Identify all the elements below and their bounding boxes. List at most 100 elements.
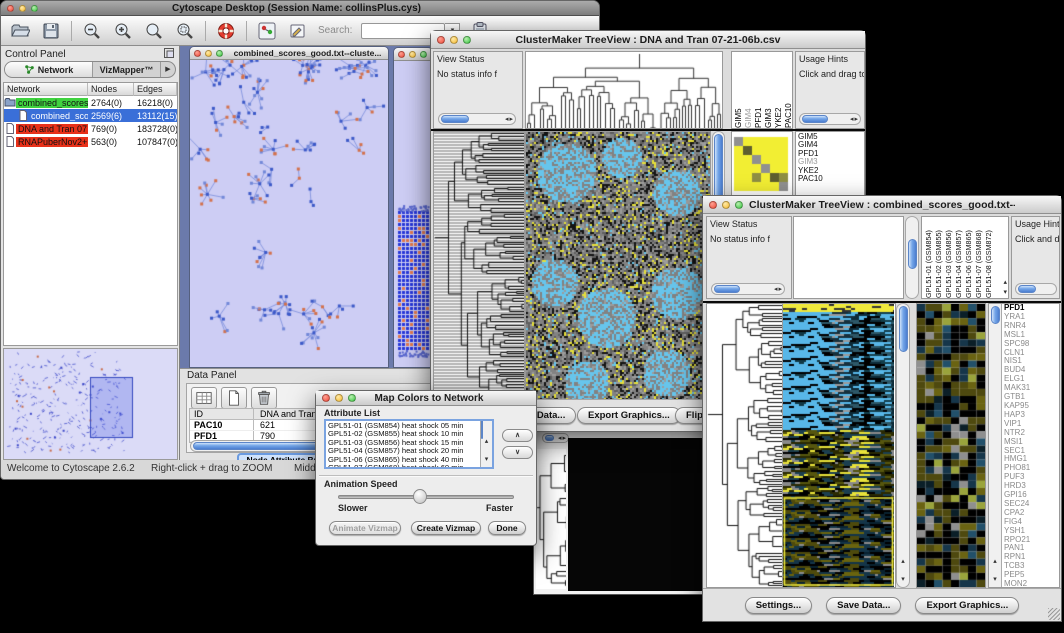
- speed-slider-thumb[interactable]: [413, 489, 427, 504]
- column-area-vscrollbar[interactable]: [905, 216, 919, 299]
- dialog-title-bar[interactable]: Map Colors to Network: [316, 391, 536, 406]
- col-nodes[interactable]: Nodes: [88, 83, 134, 96]
- column-label[interactable]: GIM4: [744, 56, 754, 128]
- birdseye-view[interactable]: [3, 348, 178, 460]
- column-label[interactable]: GPL51-02 (GSM855): [934, 220, 944, 298]
- view-status-text: No status info f: [434, 67, 522, 82]
- move-down-button[interactable]: ∨: [502, 446, 533, 459]
- network-tree-table: Network Nodes Edges combined_scores 2764…: [3, 82, 178, 346]
- minimize-button[interactable]: [335, 394, 343, 402]
- column-label[interactable]: PFD1: [754, 56, 764, 128]
- close-button[interactable]: [398, 51, 405, 58]
- heatmap-dark[interactable]: [568, 438, 710, 591]
- gene-label[interactable]: PAC10: [798, 175, 864, 183]
- tab-network[interactable]: Network: [5, 62, 93, 77]
- create-vizmap-button[interactable]: Create Vizmap: [411, 521, 481, 535]
- zoom-button[interactable]: [420, 51, 427, 58]
- zoom-button[interactable]: [31, 5, 38, 12]
- column-label[interactable]: GIM5: [734, 56, 744, 128]
- treeview1-title-bar[interactable]: ClusterMaker TreeView : DNA and Tran 07-…: [431, 31, 865, 49]
- global-heatmap-canvas[interactable]: [526, 132, 710, 400]
- animate-vizmap-button[interactable]: Animate Vizmap: [329, 521, 401, 535]
- attribute-item[interactable]: GPL51-07 (GSM868) heat shock 60 min: [328, 464, 480, 467]
- row-dendrogram-canvas[interactable]: [707, 304, 782, 587]
- network-table-row[interactable]: RNAPuberNov2+I 563(0) 107847(0): [4, 135, 177, 148]
- gene-labels-vscrollbar[interactable]: ▴▾: [989, 304, 1002, 587]
- heatmap-vscrollbar[interactable]: ▴▾: [896, 303, 910, 588]
- mini-hscrollbar[interactable]: ◂▸: [542, 433, 569, 443]
- usage-hints-hscrollbar[interactable]: [1015, 283, 1057, 295]
- network-window-title-bar[interactable]: combined_scores_good.txt--cluste...: [190, 47, 388, 60]
- help-button[interactable]: [215, 20, 237, 42]
- dendrogram-canvas[interactable]: [536, 449, 566, 589]
- network-window2-title-bar[interactable]: [394, 48, 432, 61]
- minimize-button[interactable]: [205, 50, 212, 57]
- zoom-button[interactable]: [348, 394, 356, 402]
- blank-document-icon: [225, 389, 243, 407]
- zoom-button[interactable]: [735, 201, 743, 209]
- row-dendrogram-canvas[interactable]: [434, 132, 524, 400]
- network-table-row[interactable]: combined_sco 2569(6) 13112(15): [4, 109, 177, 122]
- close-button[interactable]: [437, 36, 445, 44]
- listbox-vscrollbar[interactable]: ▴▾: [480, 421, 492, 467]
- zoom-selected-button[interactable]: [174, 20, 196, 42]
- network-table-row[interactable]: DNA and Tran 07 769(0) 183728(0): [4, 122, 177, 135]
- select-attributes-button[interactable]: [191, 387, 217, 409]
- column-label[interactable]: GPL51-06 (GSM865): [964, 220, 974, 298]
- col-edges[interactable]: Edges: [134, 83, 177, 96]
- col-network[interactable]: Network: [4, 83, 88, 96]
- col-id[interactable]: ID: [190, 409, 254, 419]
- export-graphics-button[interactable]: Export Graphics...: [577, 407, 681, 424]
- done-button[interactable]: Done: [488, 521, 526, 535]
- network-canvas[interactable]: [190, 60, 388, 368]
- gene-label[interactable]: MON2: [1004, 580, 1059, 587]
- save-session-button[interactable]: [40, 20, 62, 42]
- zoom-fit-button[interactable]: [143, 20, 165, 42]
- close-button[interactable]: [709, 201, 717, 209]
- annotation-tool-button[interactable]: [287, 20, 309, 42]
- column-label[interactable]: GPL51-07 (GSM868): [974, 220, 984, 298]
- zoom-in-button[interactable]: [112, 20, 134, 42]
- minimize-button[interactable]: [450, 36, 458, 44]
- global-heatmap-canvas[interactable]: [783, 304, 894, 587]
- network-table-row[interactable]: combined_scores 2764(0) 16218(0): [4, 96, 177, 109]
- usage-hints-hscrollbar[interactable]: ◂▸: [799, 113, 861, 125]
- close-button[interactable]: [322, 394, 330, 402]
- column-dendrogram-canvas[interactable]: [526, 52, 722, 128]
- resize-grip[interactable]: [1048, 608, 1060, 620]
- attribute-listbox[interactable]: GPL51-01 (GSM854) heat shock 05 minGPL51…: [324, 419, 494, 469]
- view-status-hscrollbar[interactable]: ◂▸: [711, 283, 785, 295]
- main-title-bar[interactable]: Cytoscape Desktop (Session Name: collins…: [1, 1, 599, 16]
- treeview-button[interactable]: Save Data...: [826, 597, 901, 614]
- column-label[interactable]: GPL51-03 (GSM856): [944, 220, 954, 298]
- column-label[interactable]: YKE2: [774, 56, 784, 128]
- treeview2-title-bar[interactable]: ClusterMaker TreeView : combined_scores_…: [703, 196, 1061, 214]
- column-label[interactable]: GPL51-04 (GSM857): [954, 220, 964, 298]
- treeview-button[interactable]: Settings...: [745, 597, 812, 614]
- view-status-hscrollbar[interactable]: ◂▸: [438, 113, 516, 125]
- minimize-button[interactable]: [722, 201, 730, 209]
- network-canvas-2[interactable]: [394, 61, 432, 368]
- minimize-button[interactable]: [19, 5, 26, 12]
- column-label[interactable]: GIM3: [764, 56, 774, 128]
- new-attribute-button[interactable]: [221, 387, 247, 409]
- delete-attribute-button[interactable]: [251, 387, 277, 409]
- tabs-overflow-button[interactable]: ▶: [161, 62, 175, 77]
- minimize-button[interactable]: [409, 51, 416, 58]
- tab-vizmapper[interactable]: VizMapper™: [93, 62, 161, 77]
- float-panel-button[interactable]: [163, 47, 175, 62]
- zoom-out-button[interactable]: [81, 20, 103, 42]
- column-label[interactable]: PAC10: [784, 56, 793, 128]
- move-up-button[interactable]: ∧: [502, 429, 533, 442]
- vizmap-tool-button[interactable]: [256, 20, 278, 42]
- close-button[interactable]: [194, 50, 201, 57]
- close-button[interactable]: [7, 5, 14, 12]
- column-label[interactable]: GPL51-01 (GSM854): [924, 220, 934, 298]
- treeview-button[interactable]: Export Graphics...: [915, 597, 1019, 614]
- zoom-button[interactable]: [463, 36, 471, 44]
- column-label[interactable]: GPL51-08 (GSM872): [984, 220, 994, 298]
- zoom-heatmap-canvas[interactable]: [917, 304, 985, 587]
- zoom-button[interactable]: [216, 50, 223, 57]
- label-scroll-arrows[interactable]: ▴▾: [1003, 276, 1007, 296]
- open-session-button[interactable]: [9, 20, 31, 42]
